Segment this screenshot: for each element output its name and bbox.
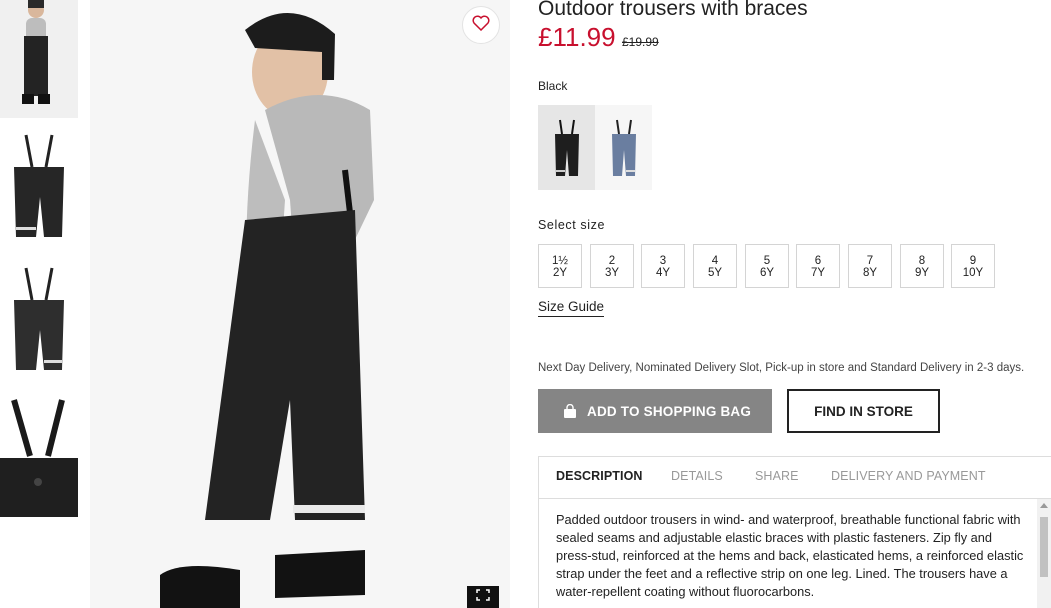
delivery-info: Next Day Delivery, Nominated Delivery Sl…	[538, 362, 1025, 374]
size-line2: 10Y	[962, 267, 984, 279]
size-line1: 1½	[552, 255, 568, 267]
tab-bar: DESCRIPTION DETAILS SHARE DELIVERY AND P…	[539, 457, 1051, 499]
swatch-blue[interactable]	[595, 105, 652, 190]
select-size-label: Select size	[538, 218, 606, 232]
size-option[interactable]: 8 9Y	[900, 244, 944, 288]
size-line1: 5	[763, 255, 771, 267]
size-option[interactable]: 5 6Y	[745, 244, 789, 288]
add-to-bag-label: ADD TO SHOPPING BAG	[587, 403, 752, 419]
size-option[interactable]: 4 5Y	[693, 244, 737, 288]
expand-icon	[476, 588, 490, 606]
trousers-blue-image	[611, 119, 636, 176]
thumbnail-3[interactable]	[0, 262, 78, 380]
size-line1: 7	[866, 255, 874, 267]
old-price: £19.99	[622, 35, 659, 49]
tab-description[interactable]: DESCRIPTION	[556, 469, 643, 483]
size-line1: 8	[918, 255, 926, 267]
product-price: £11.99	[538, 22, 616, 52]
size-line1: 4	[711, 255, 719, 267]
product-tabs-panel: DESCRIPTION DETAILS SHARE DELIVERY AND P…	[538, 456, 1051, 608]
selected-color-label: Black	[538, 79, 568, 93]
size-line1: 9	[969, 255, 977, 267]
size-option[interactable]: 7 8Y	[848, 244, 892, 288]
size-guide-link[interactable]: Size Guide	[538, 299, 605, 317]
thumbnail-2[interactable]	[0, 127, 78, 247]
size-line2: 4Y	[655, 267, 671, 279]
child-model-illustration	[90, 0, 510, 608]
tab-details[interactable]: DETAILS	[671, 469, 723, 483]
find-in-store-button[interactable]: FIND IN STORE	[787, 389, 940, 433]
size-option[interactable]: 3 4Y	[641, 244, 685, 288]
scrollbar-thumb[interactable]	[1040, 517, 1048, 577]
thumbnail-1[interactable]	[0, 0, 78, 118]
main-product-image[interactable]	[90, 0, 510, 608]
scroll-up-arrow-icon[interactable]	[1040, 503, 1048, 508]
product-title: Outdoor trousers with braces	[538, 0, 808, 20]
swatch-black[interactable]	[538, 105, 595, 190]
size-line2: 9Y	[914, 267, 930, 279]
size-line1: 6	[814, 255, 822, 267]
size-line2: 8Y	[862, 267, 878, 279]
size-line2: 7Y	[810, 267, 826, 279]
size-line1: 3	[659, 255, 667, 267]
shopping-bag-icon	[563, 404, 577, 418]
tab-share[interactable]: SHARE	[755, 469, 799, 483]
add-to-bag-button[interactable]: ADD TO SHOPPING BAG	[538, 389, 772, 433]
tab-delivery-and-payment[interactable]: DELIVERY AND PAYMENT	[831, 469, 986, 483]
size-option[interactable]: 9 10Y	[951, 244, 995, 288]
size-line1: 2	[608, 255, 616, 267]
heart-icon	[472, 15, 490, 36]
trousers-black-image	[554, 119, 579, 176]
fullscreen-button[interactable]	[467, 586, 499, 608]
size-line2: 6Y	[759, 267, 775, 279]
favorite-button[interactable]	[462, 6, 500, 44]
size-line2: 3Y	[604, 267, 620, 279]
size-line2: 5Y	[707, 267, 723, 279]
thumbnail-4[interactable]	[0, 396, 78, 517]
size-line2: 2Y	[552, 267, 568, 279]
description-scrollbar[interactable]	[1037, 499, 1051, 608]
size-option[interactable]: 6 7Y	[796, 244, 840, 288]
size-option[interactable]: 2 3Y	[590, 244, 634, 288]
description-text: Padded outdoor trousers in wind- and wat…	[556, 512, 1024, 599]
size-option[interactable]: 1½ 2Y	[538, 244, 582, 288]
